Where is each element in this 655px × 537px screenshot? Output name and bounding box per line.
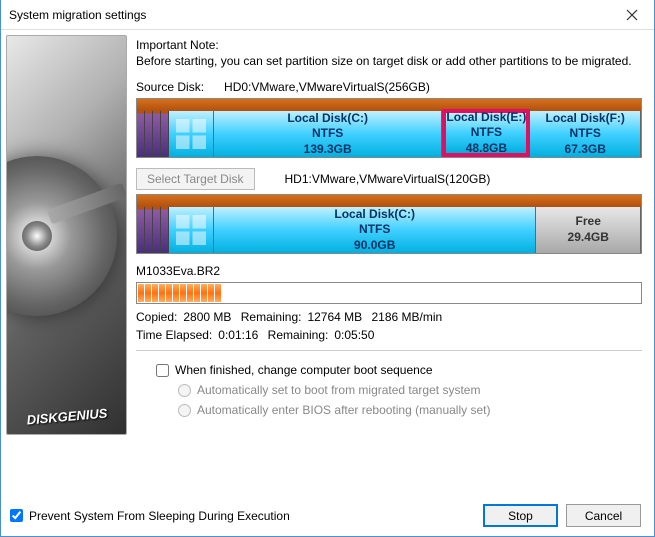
- progress-stats-line2: Time Elapsed:0:01:16 Remaining:0:05:50: [136, 328, 642, 342]
- auto-bios-radio: [178, 404, 191, 417]
- auto-boot-radio: [178, 384, 191, 397]
- source-system-partition-icon[interactable]: [169, 111, 214, 157]
- target-partition-c[interactable]: Local Disk(C:) NTFS 90.0GB: [214, 207, 536, 253]
- current-file: M1033Eva.BR2: [136, 264, 642, 278]
- sidebar: DISKGENIUS: [1, 30, 132, 536]
- prevent-sleep-label: Prevent System From Sleeping During Exec…: [29, 509, 290, 523]
- boot-sequence-checkbox[interactable]: [156, 364, 169, 377]
- note-heading: Important Note:: [136, 38, 642, 52]
- window-title: System migration settings: [9, 8, 609, 22]
- target-disk-bar[interactable]: Local Disk(C:) NTFS 90.0GB Free 29.4GB: [136, 194, 642, 254]
- divider: [136, 350, 642, 351]
- select-target-disk-button: Select Target Disk: [136, 168, 255, 190]
- source-partition-e-selected[interactable]: Local Disk(E:) NTFS 48.8GB: [442, 109, 530, 157]
- source-partition-f[interactable]: Local Disk(F:) NTFS 67.3GB: [530, 111, 641, 157]
- auto-bios-label: Automatically enter BIOS after rebooting…: [197, 403, 490, 417]
- target-free-space[interactable]: Free 29.4GB: [536, 207, 641, 253]
- brand-text: DISKGENIUS: [26, 406, 108, 428]
- cancel-button[interactable]: Cancel: [566, 504, 641, 527]
- source-partition-c[interactable]: Local Disk(C:) NTFS 139.3GB: [214, 111, 442, 157]
- prevent-sleep-checkbox[interactable]: [10, 509, 23, 522]
- source-disk-value: HD0:VMware,VMwareVirtualS(256GB): [224, 80, 430, 94]
- source-disk-bar[interactable]: Local Disk(C:) NTFS 139.3GB Local Disk(E…: [136, 98, 642, 158]
- close-button[interactable]: [609, 0, 654, 30]
- source-disk-label: Source Disk:: [136, 80, 204, 94]
- note-text: Before starting, you can set partition s…: [136, 54, 642, 68]
- titlebar: System migration settings: [1, 0, 654, 30]
- main-panel: Important Note: Before starting, you can…: [132, 30, 654, 536]
- windows-icon: [176, 215, 206, 245]
- brand-image: DISKGENIUS: [6, 35, 127, 435]
- boot-sequence-label: When finished, change computer boot sequ…: [175, 363, 433, 377]
- bottom-bar: Prevent System From Sleeping During Exec…: [10, 504, 641, 527]
- progress-stats-line1: Copied:2800 MB Remaining:12764 MB 2186 M…: [136, 310, 642, 324]
- auto-boot-label: Automatically set to boot from migrated …: [197, 383, 480, 397]
- close-icon: [626, 9, 638, 21]
- target-disk-value: HD1:VMware,VMwareVirtualS(120GB): [285, 172, 491, 186]
- stop-button[interactable]: Stop: [483, 504, 558, 527]
- windows-icon: [176, 119, 206, 149]
- target-system-partition-icon[interactable]: [169, 207, 214, 253]
- progress-bar: [136, 282, 642, 304]
